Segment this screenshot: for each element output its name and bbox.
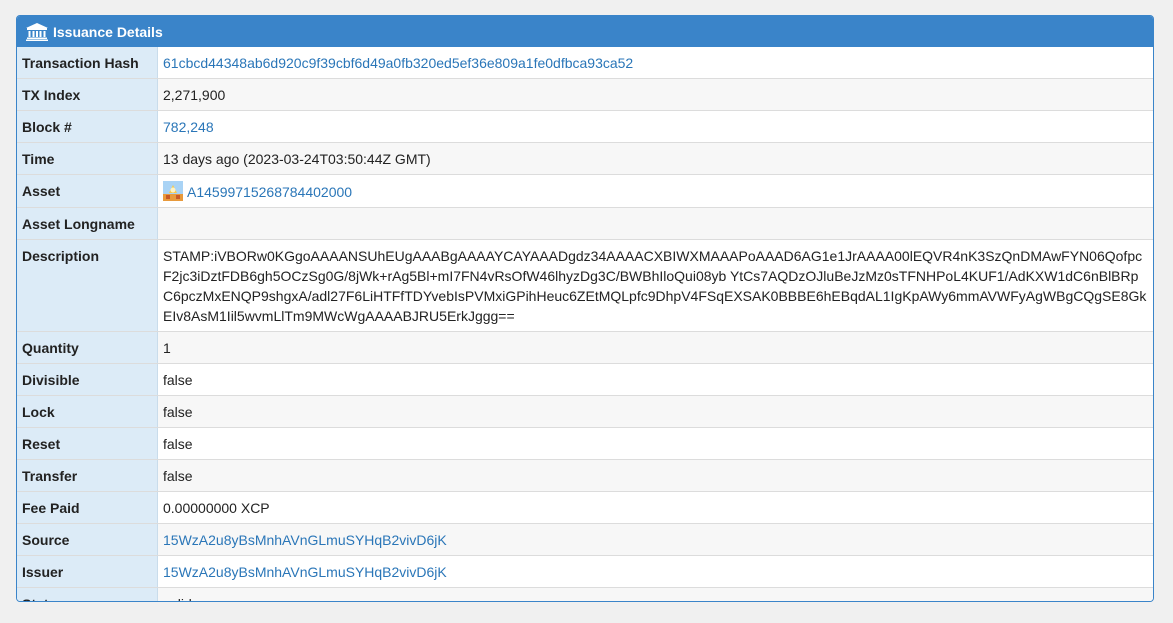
table-row: Transfer false — [17, 459, 1153, 492]
row-label-asset: Asset — [17, 174, 158, 208]
table-row: Reset false — [17, 427, 1153, 460]
row-label-time: Time — [17, 142, 158, 175]
table-row: Source 15WzA2u8yBsMnhAVnGLmuSYHqB2vivD6j… — [17, 523, 1153, 556]
block-link[interactable]: 782,248 — [163, 119, 214, 135]
row-label-divisible: Divisible — [17, 363, 158, 396]
asset-stamp-icon — [163, 181, 183, 201]
divisible-value: false — [157, 363, 1153, 396]
description-value: STAMP:iVBORw0KGgoAAAANSUhEUgAAABgAAAAYCA… — [157, 239, 1153, 332]
table-row: Asset Longname — [17, 207, 1153, 240]
table-row: Divisible false — [17, 363, 1153, 396]
table-row: Lock false — [17, 395, 1153, 428]
row-label-lock: Lock — [17, 395, 158, 428]
row-label-fee-paid: Fee Paid — [17, 491, 158, 524]
asset-longname-value — [157, 207, 1153, 240]
table-row: Block # 782,248 — [17, 110, 1153, 143]
panel-title: Issuance Details — [53, 23, 163, 40]
reset-value: false — [157, 427, 1153, 460]
time-value: 13 days ago (2023-03-24T03:50:44Z GMT) — [157, 142, 1153, 175]
table-row: Issuer 15WzA2u8yBsMnhAVnGLmuSYHqB2vivD6j… — [17, 555, 1153, 588]
tx-hash-link[interactable]: 61cbcd44348ab6d920c9f39cbf6d49a0fb320ed5… — [163, 55, 633, 71]
row-label-reset: Reset — [17, 427, 158, 460]
row-label-transfer: Transfer — [17, 459, 158, 492]
table-row: Status valid — [17, 587, 1153, 601]
table-row: Transaction Hash 61cbcd44348ab6d920c9f39… — [17, 47, 1153, 79]
details-table: Transaction Hash 61cbcd44348ab6d920c9f39… — [17, 47, 1153, 601]
lock-value: false — [157, 395, 1153, 428]
row-label-tx-index: TX Index — [17, 78, 158, 111]
bank-icon — [26, 22, 48, 41]
row-label-issuer: Issuer — [17, 555, 158, 588]
panel-heading: Issuance Details — [17, 16, 1153, 47]
table-row: Time 13 days ago (2023-03-24T03:50:44Z G… — [17, 142, 1153, 175]
issuance-details-panel: Issuance Details Transaction Hash 61cbcd… — [16, 15, 1154, 602]
table-row: Asset A14599715268784402000 — [17, 174, 1153, 208]
asset-link[interactable]: A14599715268784402000 — [187, 184, 352, 200]
tx-index-value: 2,271,900 — [157, 78, 1153, 111]
table-row: Description STAMP:iVBORw0KGgoAAAANSUhEUg… — [17, 239, 1153, 332]
quantity-value: 1 — [157, 331, 1153, 364]
row-label-asset-longname: Asset Longname — [17, 207, 158, 240]
row-label-description: Description — [17, 239, 158, 332]
row-label-block: Block # — [17, 110, 158, 143]
table-row: Quantity 1 — [17, 331, 1153, 364]
fee-paid-value: 0.00000000 XCP — [157, 491, 1153, 524]
status-value: valid — [157, 587, 1153, 601]
transfer-value: false — [157, 459, 1153, 492]
table-row: Fee Paid 0.00000000 XCP — [17, 491, 1153, 524]
source-address-link[interactable]: 15WzA2u8yBsMnhAVnGLmuSYHqB2vivD6jK — [163, 532, 447, 548]
row-label-tx-hash: Transaction Hash — [17, 47, 158, 79]
row-label-quantity: Quantity — [17, 331, 158, 364]
table-row: TX Index 2,271,900 — [17, 78, 1153, 111]
row-label-status: Status — [17, 587, 158, 601]
row-label-source: Source — [17, 523, 158, 556]
issuer-address-link[interactable]: 15WzA2u8yBsMnhAVnGLmuSYHqB2vivD6jK — [163, 564, 447, 580]
